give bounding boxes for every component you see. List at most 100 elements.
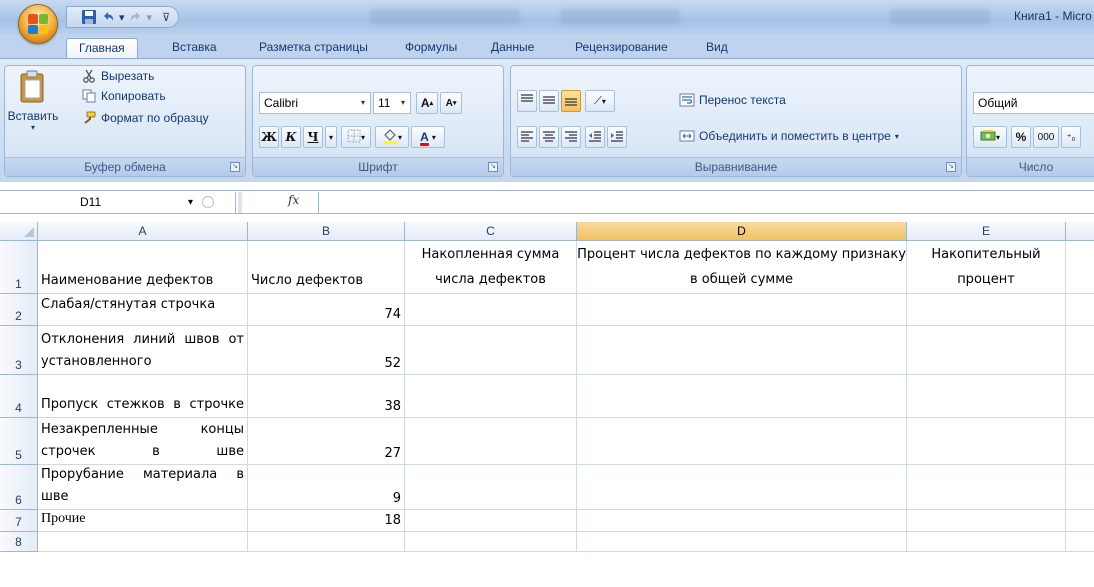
cell-d7[interactable] [577, 510, 907, 532]
cell-f1[interactable] [1066, 241, 1094, 294]
format-painter-button[interactable]: Формат по образцу [81, 110, 209, 126]
font-size-combo[interactable]: 11 ▾ [373, 92, 411, 114]
row-header-2[interactable]: 2 [0, 294, 38, 326]
cell-c4[interactable] [405, 375, 577, 418]
cell-e3[interactable] [907, 326, 1066, 375]
column-header-a[interactable]: A [38, 222, 248, 241]
cell-d3[interactable] [577, 326, 907, 375]
row-header-6[interactable]: 6 [0, 465, 38, 510]
cell-f6[interactable] [1066, 465, 1094, 510]
tab-view[interactable]: Вид [706, 38, 728, 58]
cell-d6[interactable] [577, 465, 907, 510]
cell-b1[interactable]: Число дефектов [248, 241, 405, 294]
cell-d4[interactable] [577, 375, 907, 418]
cell-d5[interactable] [577, 418, 907, 465]
name-box[interactable]: D11 ▾ [0, 192, 236, 213]
cell-d2[interactable] [577, 294, 907, 326]
cell-e2[interactable] [907, 294, 1066, 326]
undo-dropdown-icon[interactable]: ▾ [119, 8, 125, 26]
percent-button[interactable]: % [1011, 126, 1031, 148]
increase-indent-button[interactable] [607, 126, 627, 148]
align-top-button[interactable] [517, 90, 537, 112]
copy-button[interactable]: Копировать [81, 88, 166, 104]
tab-insert[interactable]: Вставка [172, 38, 217, 58]
insert-function-icon[interactable]: fx [288, 193, 299, 207]
tab-data[interactable]: Данные [491, 38, 534, 58]
column-header-b[interactable]: B [248, 222, 405, 241]
redo-dropdown-icon[interactable]: ▾ [147, 8, 153, 26]
align-right-button[interactable] [561, 126, 581, 148]
column-header-d[interactable]: D [577, 222, 907, 241]
undo-icon[interactable] [101, 8, 115, 26]
column-header-c[interactable]: C [405, 222, 577, 241]
column-header-e[interactable]: E [907, 222, 1066, 241]
select-all-corner[interactable] [0, 222, 38, 241]
number-format-combo[interactable]: Общий [973, 92, 1094, 114]
cell-e4[interactable] [907, 375, 1066, 418]
align-middle-button[interactable] [539, 90, 559, 112]
font-color-button[interactable]: A ▾ [411, 126, 445, 148]
cell-a8[interactable] [38, 532, 248, 552]
cell-b4[interactable]: 38 [248, 375, 405, 418]
clipboard-launcher-icon[interactable]: ↘ [230, 162, 240, 172]
cell-b2[interactable]: 74 [248, 294, 405, 326]
row-header-7[interactable]: 7 [0, 510, 38, 532]
font-launcher-icon[interactable]: ↘ [488, 162, 498, 172]
cell-c5[interactable] [405, 418, 577, 465]
cell-a1[interactable]: Наименование дефектов [38, 241, 248, 294]
cell-f3[interactable] [1066, 326, 1094, 375]
cut-button[interactable]: Вырезать [81, 68, 154, 84]
increase-decimal-button[interactable]: ⁺₀ [1061, 126, 1081, 148]
currency-button[interactable]: ▾ [973, 126, 1007, 148]
cell-c3[interactable] [405, 326, 577, 375]
cell-e1[interactable]: Накопительный процент [907, 241, 1066, 294]
fill-color-button[interactable]: ▾ [375, 126, 409, 148]
cell-e7[interactable] [907, 510, 1066, 532]
paste-button[interactable]: Вставить ▾ [8, 70, 58, 132]
align-bottom-button[interactable] [561, 90, 581, 112]
cell-b3[interactable]: 52 [248, 326, 405, 375]
cell-b5[interactable]: 27 [248, 418, 405, 465]
tab-formulas[interactable]: Формулы [405, 38, 457, 58]
decrease-indent-button[interactable] [585, 126, 605, 148]
formula-input[interactable] [318, 192, 1094, 213]
cell-a3[interactable]: Отклонения линий швов от установленного [38, 326, 248, 375]
worksheet-grid[interactable]: A B C D E 1 Наименование дефектов Число дефекто… [0, 222, 1094, 587]
alignment-launcher-icon[interactable]: ↘ [946, 162, 956, 172]
wrap-text-button[interactable]: Перенос текста [679, 92, 786, 108]
row-header-4[interactable]: 4 [0, 375, 38, 418]
customize-qat-icon[interactable]: ⊽ [162, 8, 170, 26]
cell-a2[interactable]: Слабая/стянутая строчка [38, 294, 248, 326]
cell-f5[interactable] [1066, 418, 1094, 465]
tab-home[interactable]: Главная [66, 38, 138, 58]
cell-f7[interactable] [1066, 510, 1094, 532]
name-box-dropdown-icon[interactable]: ▾ [188, 192, 193, 213]
cell-d1[interactable]: Процент числа дефектов по каждому призна… [577, 241, 907, 294]
cell-c7[interactable] [405, 510, 577, 532]
underline-dropdown-icon[interactable]: ▾ [325, 126, 337, 148]
save-icon[interactable] [81, 8, 97, 26]
cell-b8[interactable] [248, 532, 405, 552]
row-header-8[interactable]: 8 [0, 532, 38, 552]
cell-c8[interactable] [405, 532, 577, 552]
cell-a4[interactable]: Пропуск стежков в строчке [38, 375, 248, 418]
column-header-f[interactable] [1066, 222, 1094, 241]
cell-b7[interactable]: 18 [248, 510, 405, 532]
cell-e8[interactable] [907, 532, 1066, 552]
merge-center-button[interactable]: Объединить и поместить в центре ▾ [679, 128, 899, 144]
row-header-5[interactable]: 5 [0, 418, 38, 465]
cell-f4[interactable] [1066, 375, 1094, 418]
cell-f8[interactable] [1066, 532, 1094, 552]
cell-c1[interactable]: Накопленная сумма числа дефектов [405, 241, 577, 294]
cell-f2[interactable] [1066, 294, 1094, 326]
bold-button[interactable]: Ж [259, 126, 279, 148]
cell-a7[interactable]: Прочие [38, 510, 248, 532]
shrink-font-button[interactable]: A ▾ [440, 92, 462, 114]
font-name-combo[interactable]: Calibri ▾ [259, 92, 371, 114]
row-header-1[interactable]: 1 [0, 241, 38, 294]
office-button[interactable] [18, 4, 58, 44]
borders-button[interactable]: ▾ [341, 126, 371, 148]
align-left-button[interactable] [517, 126, 537, 148]
cell-c2[interactable] [405, 294, 577, 326]
cell-a5[interactable]: Незакрепленные концы строчек в шве [38, 418, 248, 465]
